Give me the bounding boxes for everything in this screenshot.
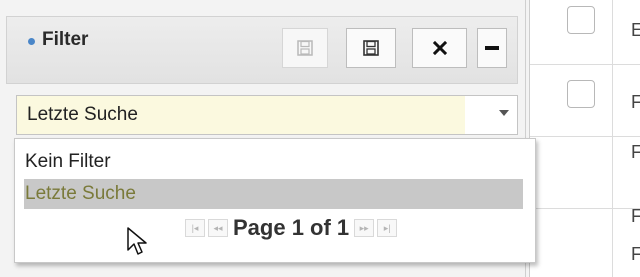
- table-cell: E: [631, 20, 640, 40]
- filter-dropdown-list: Kein Filter Letzte Suche |◂ ◂◂ Page 1 of…: [14, 138, 536, 263]
- row-checkbox[interactable]: [567, 6, 595, 34]
- table-cell: F: [631, 142, 640, 162]
- results-table-fragment: E F F F F: [529, 0, 640, 277]
- row-divider: [530, 208, 640, 209]
- filter-title: Filter: [42, 29, 89, 50]
- chevron-down-icon[interactable]: [499, 110, 509, 116]
- collapse-button[interactable]: [477, 28, 507, 68]
- next-page-icon[interactable]: ▸▸: [354, 219, 375, 237]
- last-page-icon[interactable]: ▸|: [377, 219, 398, 237]
- filter-select-value[interactable]: Letzte Suche: [17, 96, 465, 134]
- minus-icon: [485, 46, 499, 50]
- table-cell: F: [631, 206, 640, 226]
- floppy-disk-icon: [297, 40, 313, 56]
- row-divider: [530, 64, 640, 65]
- close-icon: [432, 41, 447, 55]
- row-checkbox[interactable]: [567, 80, 595, 108]
- close-button[interactable]: [412, 28, 467, 68]
- floppy-disk-icon: [363, 40, 379, 56]
- table-cell: F: [631, 244, 640, 264]
- filter-select[interactable]: Letzte Suche: [16, 95, 518, 135]
- pager: |◂ ◂◂ Page 1 of 1 ▸▸ ▸|: [185, 215, 398, 241]
- save-button[interactable]: [346, 28, 396, 68]
- first-page-icon[interactable]: |◂: [185, 219, 205, 237]
- column-divider: [612, 0, 613, 277]
- row-divider: [530, 136, 640, 137]
- mouse-cursor-icon: [127, 227, 147, 255]
- save-disabled-button[interactable]: [282, 28, 328, 68]
- dropdown-option-letzte-suche[interactable]: Letzte Suche: [25, 183, 136, 205]
- dropdown-option-kein-filter[interactable]: Kein Filter: [25, 151, 111, 173]
- filter-status-dot: [28, 38, 35, 45]
- page-label: Page 1 of 1: [233, 215, 350, 240]
- table-cell: F: [631, 92, 640, 112]
- previous-page-icon[interactable]: ◂◂: [208, 219, 228, 237]
